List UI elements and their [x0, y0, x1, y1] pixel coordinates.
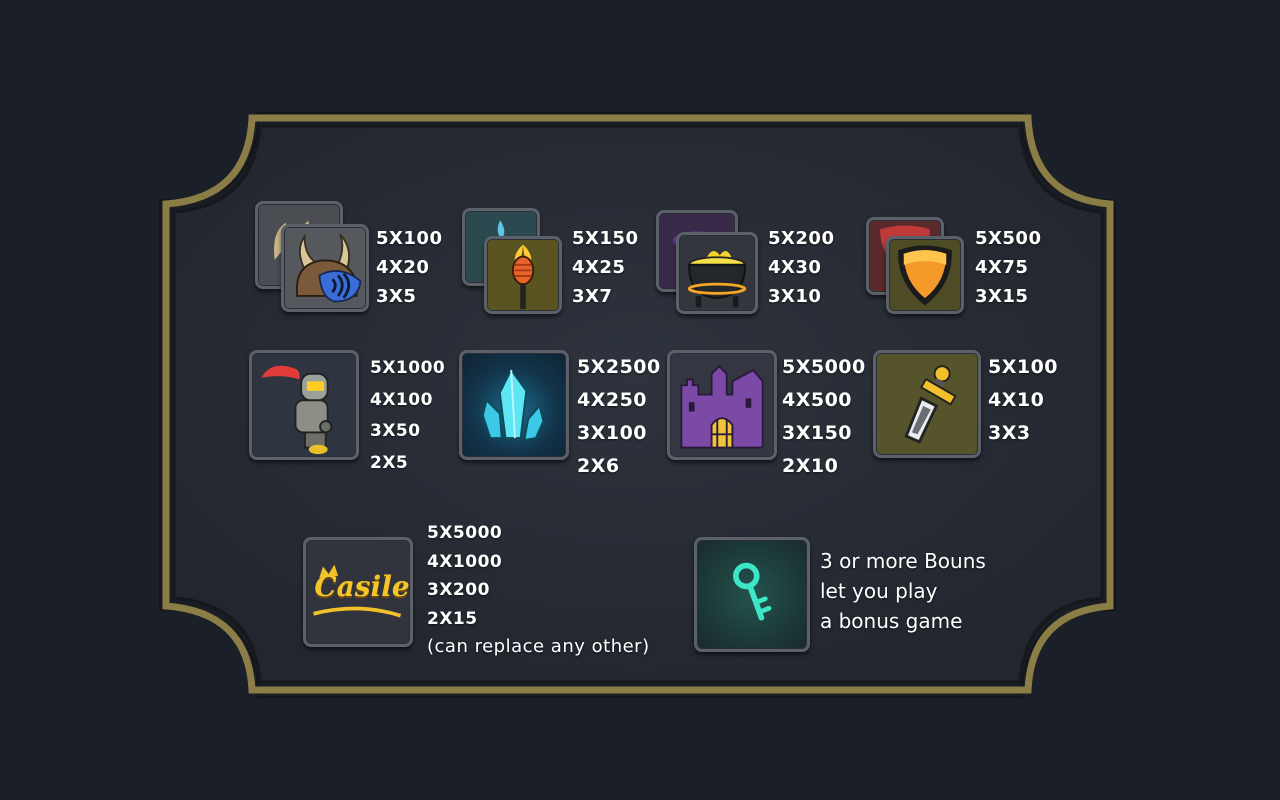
knight-icon	[261, 365, 333, 455]
payout-line: 5X150	[572, 228, 639, 249]
wild-payouts: 5X5000 4X1000 3X200 2X15 (can replace an…	[427, 519, 650, 662]
bonus-description: 3 or more Bouns let you play a bonus gam…	[820, 546, 986, 636]
paytable-screen: { "paytable": { "symbols": [ {"icon":"vi…	[0, 0, 1280, 800]
payout-line: 5X200	[768, 228, 835, 249]
shield-tile	[886, 236, 964, 314]
knight-payouts: 5X1000 4X100 3X50 2X5	[370, 353, 445, 479]
cauldron-tile	[676, 232, 758, 314]
castle-logo-text: Casile	[314, 570, 410, 603]
sword-payouts: 5X100 4X10 3X3	[988, 351, 1058, 450]
key-icon	[733, 562, 772, 621]
bonus-tile	[694, 537, 810, 652]
crystal-tile	[459, 350, 569, 460]
payout-line: 3X200	[427, 580, 490, 600]
payout-line: 4X25	[572, 257, 626, 278]
payout-line: 3X5	[376, 286, 417, 307]
shield-icon	[898, 245, 952, 306]
payout-line: 3X15	[975, 286, 1029, 307]
payout-line: 4X500	[782, 389, 853, 411]
payout-line: 5X100	[376, 228, 443, 249]
payout-line: 2X5	[370, 452, 409, 473]
cauldron-icon	[687, 250, 747, 308]
castle-payouts: 5X5000 4X500 3X150 2X10	[782, 351, 866, 483]
payout-line: 4X10	[988, 389, 1045, 411]
payout-line: 3X10	[768, 286, 822, 307]
payout-line: 5X2500	[577, 356, 661, 378]
castle-tile	[667, 350, 777, 460]
shield-payouts: 5X500 4X75 3X15	[975, 224, 1041, 311]
torch-icon	[511, 244, 535, 310]
payout-line: 4X75	[975, 257, 1029, 278]
payout-line: 3X7	[572, 286, 613, 307]
payout-line: 4X100	[370, 389, 433, 410]
viking-helmet-icon	[296, 233, 362, 303]
cauldron-payouts: 5X200 4X30 3X10	[768, 224, 834, 311]
payout-line: 5X100	[988, 356, 1059, 378]
payout-line: 4X20	[376, 257, 430, 278]
sword-tile	[873, 350, 981, 458]
payout-line: 4X250	[577, 389, 648, 411]
crystal-icon	[481, 368, 545, 442]
torch-tile	[484, 236, 562, 314]
payout-line: 2X10	[782, 455, 839, 477]
helmet-payouts: 5X100 4X20 3X5	[376, 224, 442, 311]
sword-icon	[904, 365, 957, 444]
bonus-line: a bonus game	[820, 609, 963, 633]
bonus-line: 3 or more Bouns	[820, 549, 986, 573]
wild-note: (can replace any other)	[427, 636, 650, 657]
payout-line: 5X5000	[782, 356, 866, 378]
payout-line: 5X5000	[427, 523, 503, 543]
payout-line: 3X100	[577, 422, 648, 444]
payout-line: 2X6	[577, 455, 620, 477]
castle-icon	[680, 364, 764, 449]
payout-line: 3X150	[782, 422, 853, 444]
wild-tile: Casile	[303, 537, 413, 647]
payout-line: 5X500	[975, 228, 1042, 249]
helmet-tile	[281, 224, 369, 312]
bonus-line: let you play	[820, 579, 938, 603]
crystal-payouts: 5X2500 4X250 3X100 2X6	[577, 351, 661, 483]
payout-line: 5X1000	[370, 358, 446, 378]
payout-line: 2X15	[427, 608, 478, 629]
knight-tile	[249, 350, 359, 460]
payout-line: 4X1000	[427, 551, 503, 572]
torch-payouts: 5X150 4X25 3X7	[572, 224, 638, 311]
payout-line: 3X3	[988, 422, 1031, 444]
payout-line: 3X50	[370, 421, 421, 441]
payout-line: 4X30	[768, 257, 822, 278]
